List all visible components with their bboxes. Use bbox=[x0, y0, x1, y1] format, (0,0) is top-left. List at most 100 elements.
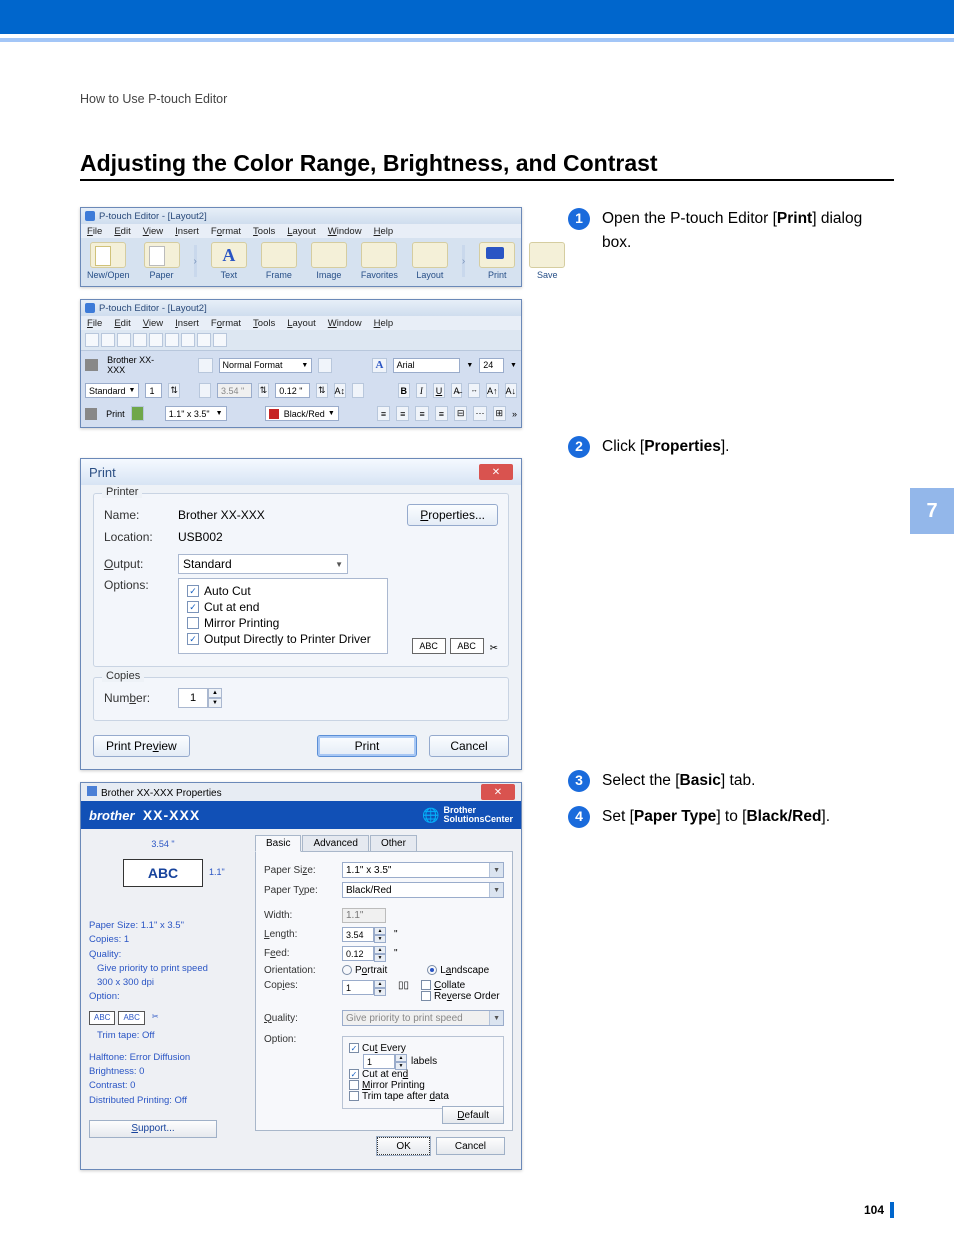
btn-save[interactable]: Save bbox=[529, 242, 565, 280]
btn-print[interactable]: Print bbox=[479, 242, 515, 280]
qbtn[interactable] bbox=[101, 333, 115, 347]
menu-file[interactable]: File bbox=[87, 226, 102, 237]
papersize-select[interactable]: 1.1" x 3.5" bbox=[342, 862, 504, 878]
copies-spin[interactable]: 1 bbox=[145, 383, 162, 398]
menu-insert[interactable]: Insert bbox=[175, 318, 199, 329]
bold-btn[interactable]: B bbox=[398, 383, 410, 398]
chk-reverse[interactable]: Reverse Order bbox=[421, 991, 500, 1002]
close-icon[interactable]: ✕ bbox=[479, 464, 513, 480]
copies-spinner[interactable]: ▲▼ bbox=[178, 688, 222, 708]
mode-combo[interactable]: Standard▼ bbox=[85, 383, 139, 398]
italic-btn[interactable]: I bbox=[416, 383, 428, 398]
qbtn[interactable] bbox=[181, 333, 195, 347]
solutions-center-link[interactable]: BrotherSolutionsCenter bbox=[443, 806, 513, 824]
papertype-select[interactable]: Black/Red bbox=[342, 882, 504, 898]
fontsize-combo[interactable]: 24 bbox=[479, 358, 504, 373]
opt-auto-cut[interactable]: ✓Auto Cut bbox=[187, 583, 379, 599]
chk-trim-after[interactable]: Trim tape after data bbox=[349, 1091, 497, 1102]
chk-mirror-printing[interactable]: Mirror Printing bbox=[349, 1080, 497, 1091]
cut-every-spinner[interactable]: 1▲▼ bbox=[363, 1054, 407, 1069]
btn-frame[interactable]: Frame bbox=[261, 242, 297, 280]
btn-paper[interactable]: Paper bbox=[144, 242, 180, 280]
orientation-icon[interactable] bbox=[318, 358, 332, 373]
menu-help[interactable]: Help bbox=[374, 226, 394, 237]
btn-favorites[interactable]: Favorites bbox=[361, 242, 398, 280]
btn-image[interactable]: Image bbox=[311, 242, 347, 280]
direction-icon[interactable]: A↕ bbox=[334, 383, 347, 398]
close-icon[interactable]: ✕ bbox=[481, 784, 515, 800]
menu-window[interactable]: Window bbox=[328, 226, 362, 237]
print-button[interactable]: Print bbox=[317, 735, 417, 757]
opt-cut-at-end[interactable]: ✓Cut at end bbox=[187, 599, 379, 615]
align-left-btn[interactable]: ≡ bbox=[377, 406, 390, 421]
print-go-icon[interactable] bbox=[131, 406, 144, 421]
qbtn[interactable] bbox=[213, 333, 227, 347]
output-select[interactable]: Standard bbox=[178, 554, 348, 574]
support-button[interactable]: Support... bbox=[89, 1120, 217, 1138]
quality-select[interactable]: Give priority to print speed bbox=[342, 1010, 504, 1026]
menu-view[interactable]: View bbox=[143, 226, 163, 237]
dropdown-icon[interactable]: ▼ bbox=[466, 362, 473, 369]
opt-output-direct[interactable]: ✓Output Directly to Printer Driver bbox=[187, 631, 379, 647]
align-justify-btn[interactable]: ≡ bbox=[435, 406, 448, 421]
spin-arrows[interactable]: ⇅ bbox=[316, 383, 328, 398]
tab-basic[interactable]: Basic bbox=[255, 835, 301, 852]
font-combo[interactable]: Arial bbox=[393, 358, 461, 373]
paper-mini-icon[interactable] bbox=[198, 358, 212, 373]
qbtn[interactable] bbox=[165, 333, 179, 347]
qbtn[interactable] bbox=[197, 333, 211, 347]
align-right-btn[interactable]: ≡ bbox=[415, 406, 428, 421]
qbtn[interactable] bbox=[117, 333, 131, 347]
qbtn[interactable] bbox=[133, 333, 147, 347]
papersize-combo[interactable]: 1.1" x 3.5"▼ bbox=[165, 406, 227, 421]
tab-advanced[interactable]: Advanced bbox=[302, 835, 368, 852]
radio-portrait[interactable]: Portrait bbox=[342, 965, 387, 976]
menu-layout[interactable]: Layout bbox=[287, 318, 316, 329]
dropdown-icon[interactable]: ▼ bbox=[510, 362, 517, 369]
menu-view[interactable]: View bbox=[143, 318, 163, 329]
cancel-button[interactable]: Cancel bbox=[436, 1137, 505, 1155]
menu-layout[interactable]: Layout bbox=[287, 226, 316, 237]
length-spinner[interactable]: 3.54▲▼ bbox=[342, 927, 386, 942]
default-button[interactable]: Default bbox=[442, 1106, 504, 1124]
align-center-btn[interactable]: ≡ bbox=[396, 406, 409, 421]
btn-text[interactable]: AText bbox=[211, 242, 247, 280]
copies-spinner[interactable]: 1▲▼ bbox=[342, 980, 386, 995]
opt-mirror[interactable]: Mirror Printing bbox=[187, 615, 379, 631]
menu-format[interactable]: Format bbox=[211, 318, 241, 329]
gap-box[interactable]: 0.12 " bbox=[275, 383, 310, 398]
menu-file[interactable]: File bbox=[87, 318, 102, 329]
qbtn[interactable] bbox=[149, 333, 163, 347]
chk-collate[interactable]: Collate bbox=[421, 980, 500, 991]
spin-arrows[interactable]: ⇅ bbox=[258, 383, 270, 398]
menu-tools[interactable]: Tools bbox=[253, 226, 275, 237]
cancel-button[interactable]: Cancel bbox=[429, 735, 509, 757]
kern-btn[interactable]: ↔ bbox=[468, 383, 480, 398]
spin-up-icon[interactable]: ▲ bbox=[208, 688, 222, 698]
format-combo[interactable]: Normal Format▼ bbox=[219, 358, 313, 373]
overflow-icon[interactable]: » bbox=[512, 409, 517, 419]
spin-arrows[interactable]: ⇅ bbox=[168, 383, 180, 398]
extra-btn[interactable]: ⊞ bbox=[493, 406, 506, 421]
menu-edit[interactable]: Edit bbox=[114, 226, 130, 237]
menu-window[interactable]: Window bbox=[328, 318, 362, 329]
print-label[interactable]: Print bbox=[106, 409, 125, 419]
menu-tools[interactable]: Tools bbox=[253, 318, 275, 329]
spin-down-icon[interactable]: ▼ bbox=[208, 698, 222, 708]
length-box[interactable]: 3.54 " bbox=[217, 383, 252, 398]
menu-format[interactable]: Format bbox=[211, 226, 241, 237]
chk-cut-every[interactable]: ✓Cut Every bbox=[349, 1043, 497, 1054]
print-preview-button[interactable]: Print Preview bbox=[93, 735, 190, 757]
btn-layout[interactable]: Layout bbox=[412, 242, 448, 280]
menu-help[interactable]: Help bbox=[374, 318, 394, 329]
size-down-btn[interactable]: A↓ bbox=[505, 383, 518, 398]
more-btn[interactable]: ⋯ bbox=[473, 406, 486, 421]
strike-btn[interactable]: A̶ bbox=[451, 383, 463, 398]
ok-button[interactable]: OK bbox=[377, 1137, 429, 1155]
menu-insert[interactable]: Insert bbox=[175, 226, 199, 237]
qbtn[interactable] bbox=[85, 333, 99, 347]
copies-input[interactable] bbox=[178, 688, 208, 708]
radio-landscape[interactable]: Landscape bbox=[427, 965, 489, 976]
valign-btn[interactable]: ⊟ bbox=[454, 406, 467, 421]
color-combo[interactable]: Black/Red▼ bbox=[265, 406, 339, 421]
